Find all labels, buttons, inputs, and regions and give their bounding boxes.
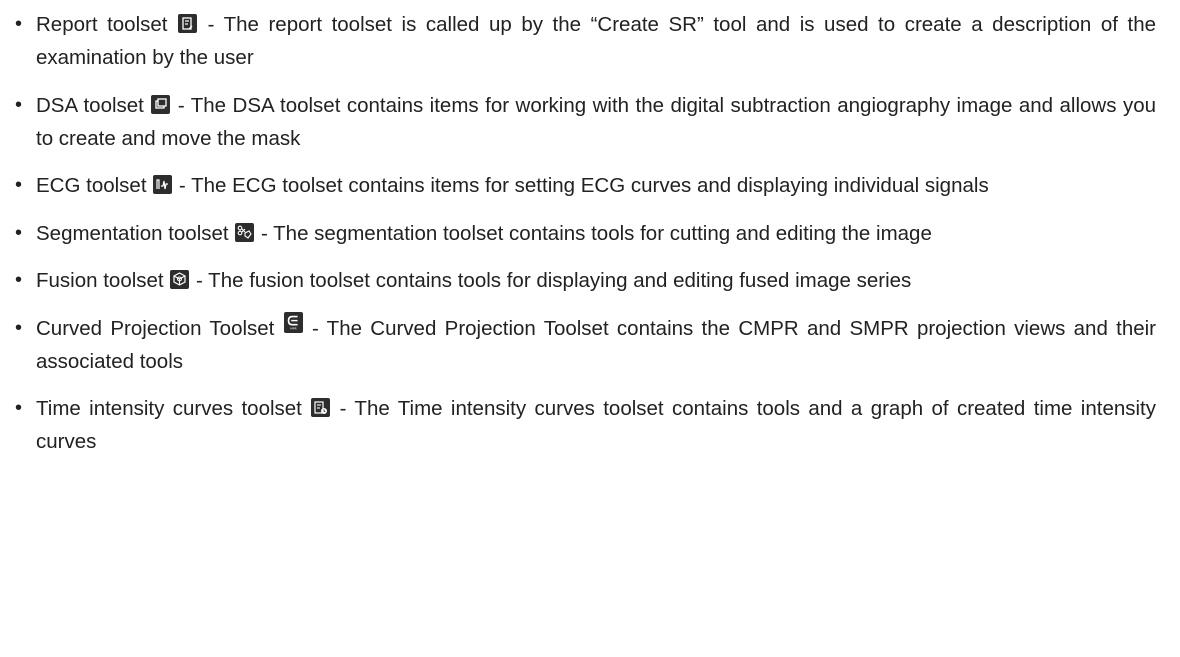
toolset-name: ECG toolset (36, 174, 147, 197)
toolset-description: - The report toolset is called up by the… (36, 13, 1157, 69)
bullet: • (15, 13, 23, 35)
list-item-ecg-toolset: • ECG toolset - The ECG toolset contains… (0, 169, 1180, 202)
list-item-segmentation-toolset: • Segmentation toolset - The segmentatio… (0, 217, 1180, 250)
toolset-name: Segmentation toolset (36, 221, 229, 245)
bullet: • (15, 93, 23, 116)
list-item-fusion-toolset: • Fusion toolset - The fusion toolset co… (0, 264, 1180, 297)
list-item-curved-projection-toolset: • Curved Projection Toolset MPR - The Cu… (0, 311, 1180, 378)
toolset-name: Fusion toolset (36, 269, 164, 292)
bullet: • (15, 269, 23, 291)
toolset-name: DSA toolset (36, 93, 144, 117)
svg-text:MPR: MPR (290, 326, 296, 330)
segmentation-icon (235, 222, 255, 242)
toolset-description: - The DSA toolset contains items for wor… (36, 93, 1156, 150)
dsa-icon (151, 94, 171, 114)
bullet: • (15, 316, 23, 339)
bullet: • (15, 174, 23, 196)
time-intensity-curves-icon (311, 398, 331, 417)
toolset-list: • Report toolset - The report toolset is… (0, 0, 1180, 458)
toolset-description: - The ECG toolset contains items for set… (173, 174, 989, 197)
toolset-name: Report toolset (36, 13, 168, 36)
list-item-time-intensity-curves-toolset: • Time intensity curves toolset - The Ti… (0, 392, 1180, 458)
toolset-name: Time intensity curves toolset (36, 397, 302, 420)
toolset-description: - The segmentation toolset contains tool… (255, 221, 932, 245)
list-item-report-toolset: • Report toolset - The report toolset is… (0, 8, 1180, 74)
report-icon (178, 14, 198, 33)
curved-projection-icon: MPR (283, 311, 303, 333)
bullet: • (15, 397, 23, 419)
fusion-icon (170, 270, 190, 289)
ecg-icon (153, 175, 173, 194)
toolset-description: - The fusion toolset contains tools for … (190, 269, 912, 292)
toolset-name: Curved Projection Toolset (36, 316, 275, 340)
list-item-dsa-toolset: • DSA toolset - The DSA toolset contains… (0, 89, 1180, 155)
bullet: • (15, 221, 23, 244)
